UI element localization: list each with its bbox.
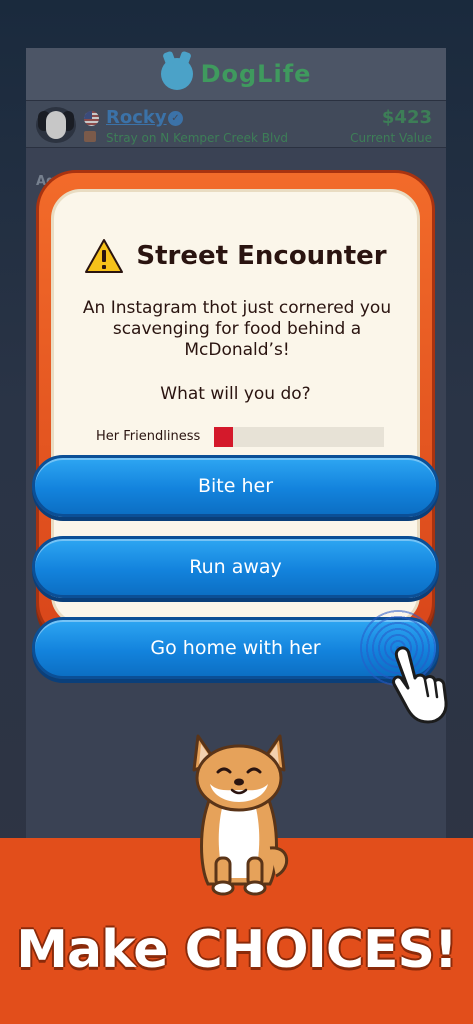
promo-headline: Make CHOICES! [16, 920, 457, 980]
app-title: DogLife [200, 60, 312, 88]
verified-icon: ✓ [168, 111, 183, 126]
friendliness-meter [214, 427, 384, 447]
app-header: DogLife [26, 48, 446, 100]
choice-bite-her-button[interactable]: Bite her [32, 455, 439, 517]
warning-icon [85, 239, 124, 273]
pet-name-link[interactable]: Rocky [106, 107, 167, 128]
box-icon [84, 131, 96, 142]
pet-status: Stray on N Kemper Creek Blvd [106, 131, 289, 145]
doglife-logo-icon [160, 58, 193, 90]
modal-question: What will you do? [160, 384, 311, 404]
shiba-dog-icon [192, 734, 288, 896]
profile-bar[interactable]: Rocky ✓ Stray on N Kemper Creek Blvd $42… [26, 100, 446, 148]
pointing-hand-icon [392, 646, 448, 724]
choice-go-home-button[interactable]: Go home with her [32, 617, 439, 679]
modal-title-row: Street Encounter [54, 238, 417, 274]
modal-message: An Instagram thot just cornered you scav… [82, 298, 392, 360]
current-value-label: Current Value [350, 131, 432, 145]
friendliness-meter-fill [214, 427, 233, 447]
dalmatian-avatar-icon [36, 107, 76, 143]
choice-run-away-button[interactable]: Run away [32, 536, 439, 598]
current-value-amount: $423 [381, 107, 432, 128]
us-flag-icon [84, 111, 99, 126]
modal-title: Street Encounter [136, 241, 387, 271]
friendliness-label: Her Friendliness [96, 429, 201, 444]
